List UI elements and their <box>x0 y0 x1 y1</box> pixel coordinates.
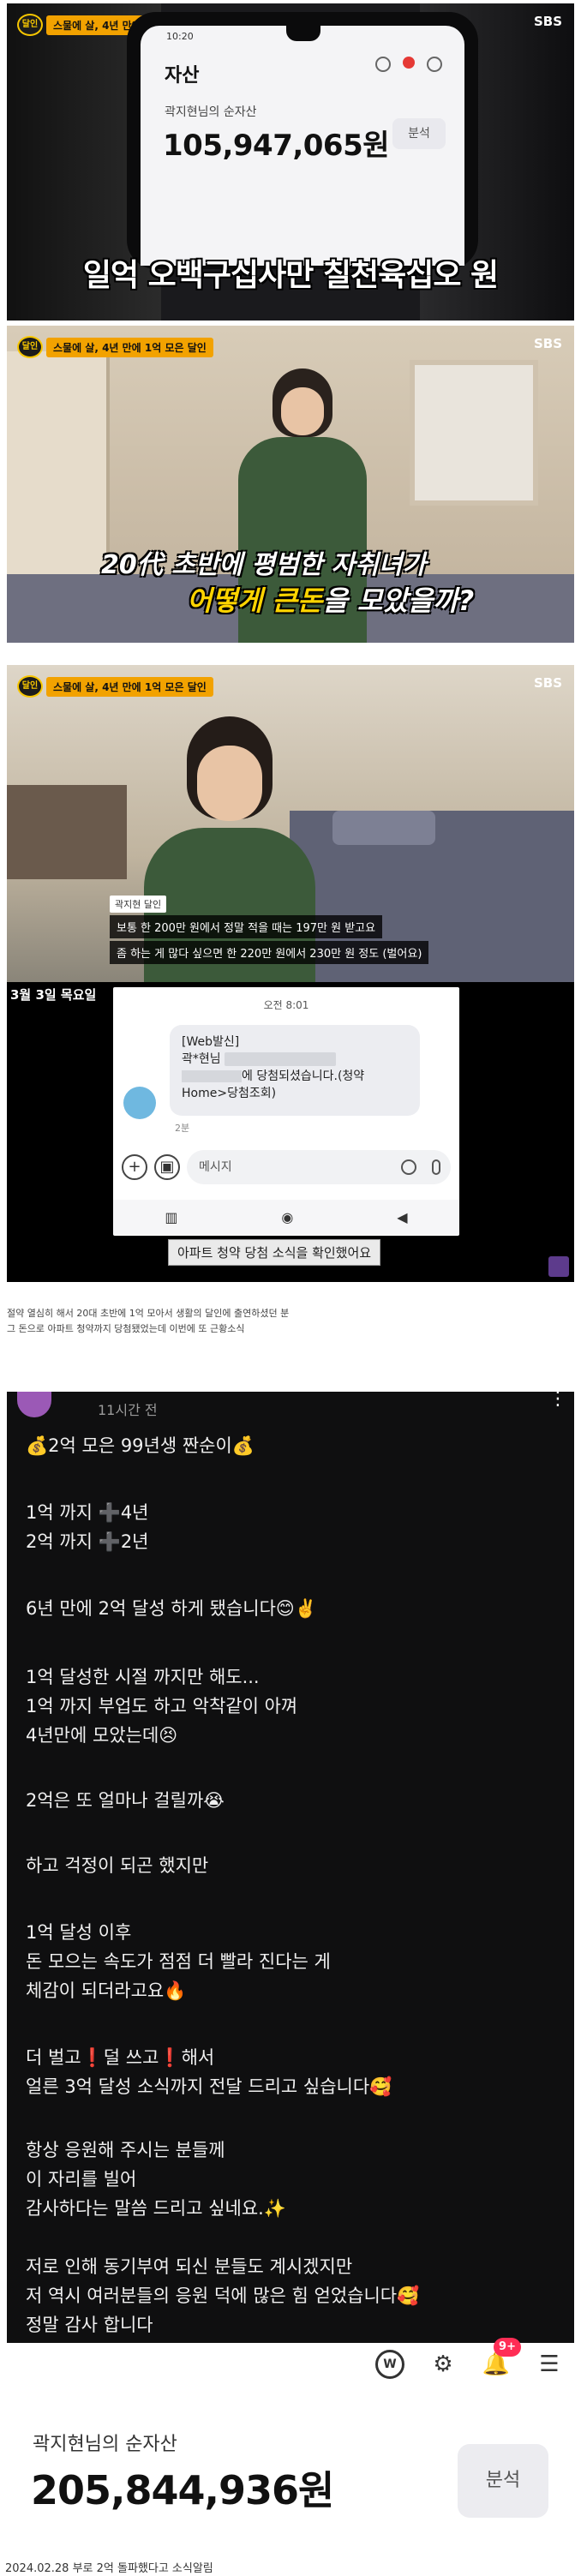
message-ago: 2분 <box>175 1123 190 1134</box>
notification-icon[interactable] <box>403 57 415 69</box>
message-input-bar: + ▣ 메시지 <box>122 1148 451 1186</box>
net-asset-amount: 205,844,936원 <box>31 2467 334 2513</box>
owner-label: 곽지현님의 순자산 <box>165 105 257 119</box>
post-paragraph: 하고 걱정이 되곤 했지만 <box>26 1855 209 1876</box>
gear-icon[interactable] <box>375 57 391 72</box>
show-tag: 달인 스물에 살, 4년 만에 1억 모은 달인 <box>17 675 213 698</box>
app-toolbar: W ⚙ 🔔 9+ ☰ <box>375 2338 564 2379</box>
video-frame-4: 3월 3일 목요일 오전 8:01 [Web발신] 곽*현님 에 당첨되셨습니다… <box>7 982 574 1282</box>
plus-icon[interactable]: + <box>122 1154 147 1180</box>
analysis-button[interactable]: 분석 <box>392 118 446 149</box>
status-time: 10:20 <box>166 31 194 42</box>
menu-icon[interactable]: ☰ <box>535 2350 564 2379</box>
footer-note: 2024.02.28 부로 2억 돌파했다고 소식알림 <box>5 2562 213 2575</box>
mic-icon[interactable] <box>432 1159 440 1175</box>
gear-icon[interactable]: ⚙ <box>428 2350 458 2379</box>
analysis-button[interactable]: 분석 <box>458 2444 548 2518</box>
back-icon[interactable]: ◀ <box>397 1209 407 1225</box>
asset-title: 자산 <box>165 65 200 87</box>
post-title: 💰2억 모은 99년생 짠순이💰 <box>26 1435 255 1456</box>
video-frame-3: 달인 스물에 살, 4년 만에 1억 모은 달인 SBS 곽지현 달인 보통 한… <box>7 665 574 982</box>
caption-line-1: 20代 초반에 평범한 자취녀가 <box>101 550 427 580</box>
date-label: 3월 3일 목요일 <box>10 987 97 1003</box>
sbs-logo: SBS <box>533 14 562 29</box>
video-frame-1: 달인 스물에 살, 4년 만에 1억 모은 달인 SBS 10:20 자산 곽지… <box>7 3 574 321</box>
sbs-logo: SBS <box>533 675 562 691</box>
sender-avatar <box>123 1087 156 1119</box>
more-icon[interactable]: ⋮ <box>548 1392 567 1409</box>
post-paragraph: 2억은 또 얼마나 걸릴까😭 <box>26 1790 225 1811</box>
subtitle: 곽지현 달인 보통 한 200만 원에서 정말 적을 때는 197만 원 받고요… <box>110 895 478 964</box>
caption: 아파트 청약 당첨 소식을 확인했어요 <box>168 1239 381 1266</box>
post-paragraph: 더 벌고❗️덜 쓰고❗️해서 얼른 3억 달성 소식까지 전달 드리고 싶습니다… <box>26 2047 392 2097</box>
watermark <box>548 1256 569 1277</box>
owner-label: 곽지현님의 순자산 <box>33 2434 177 2455</box>
post-paragraph: 6년 만에 2억 달성 하게 됐습니다😊✌️ <box>26 1598 317 1619</box>
sbs-logo: SBS <box>533 336 562 351</box>
bell-icon[interactable]: 🔔 9+ <box>482 2338 521 2379</box>
show-logo: 달인 <box>17 336 43 358</box>
post-paragraph: 저로 인해 동기부여 되신 분들도 계시겠지만 저 역시 여러분들의 응원 덕에… <box>26 2256 420 2335</box>
show-logo: 달인 <box>17 14 43 36</box>
post-paragraph: 1억 까지 ➕4년 2억 까지 ➕2년 <box>26 1502 149 1552</box>
video-frame-2: 달인 스물에 살, 4년 만에 1억 모은 달인 SBS 20代 초반에 평범한… <box>7 326 574 643</box>
sms-screen: 오전 8:01 [Web발신] 곽*현님 에 당첨되셨습니다.(청약 Home>… <box>113 987 459 1236</box>
show-tag: 달인 스물에 살, 4년 만에 1억 모은 달인 <box>17 336 213 358</box>
menu-icon[interactable] <box>427 57 442 72</box>
caption-line-2: 어떻게 큰돈을 모았을까? <box>187 584 475 617</box>
wallet-icon[interactable]: W <box>375 2350 404 2379</box>
recent-apps-icon[interactable]: ▥ <box>165 1209 177 1225</box>
notification-badge: 9+ <box>494 2338 521 2357</box>
message-bubble: [Web발신] 곽*현님 에 당첨되셨습니다.(청약 Home>당첨조회) <box>170 1025 420 1116</box>
emoji-icon[interactable] <box>401 1159 416 1175</box>
phone: 10:20 자산 곽지현님의 순자산 105,947,065원 분석 <box>127 12 478 269</box>
message-input[interactable]: 메시지 <box>187 1150 451 1184</box>
phone-toolbar <box>375 57 442 72</box>
show-logo: 달인 <box>17 675 43 698</box>
window <box>410 360 538 506</box>
net-asset-amount: 105,947,065원 <box>163 129 390 163</box>
android-nav-bar: ▥ ◉ ◀ <box>113 1200 459 1234</box>
name-tag: 곽지현 달인 <box>110 896 167 913</box>
gallery-icon[interactable]: ▣ <box>154 1154 180 1180</box>
phone-screen: 10:20 자산 곽지현님의 순자산 105,947,065원 분석 <box>141 26 464 266</box>
post-paragraph: 항상 응원해 주시는 분들께 이 자리를 빌어 감사하다는 말씀 드리고 싶네요… <box>26 2140 287 2219</box>
wardrobe <box>7 351 110 608</box>
post-paragraph: 1억 달성 이후 돈 모으는 속도가 점점 더 빨라 진다는 게 체감이 되더라… <box>26 1922 331 2001</box>
subtitle-line-2: 좀 하는 게 많다 싶으면 한 220만 원에서 230만 원 정도 (벌어요) <box>110 941 429 964</box>
post-time: 11시간 전 <box>98 1402 158 1418</box>
home-icon[interactable]: ◉ <box>281 1209 293 1225</box>
post-paragraph: 1억 달성한 시절 까지만 해도... 1억 까지 부업도 하고 악착같이 아껴… <box>26 1667 298 1746</box>
caption: 일억 오백구십사만 칠천육십오 원 <box>82 258 499 293</box>
avatar[interactable] <box>17 1392 51 1417</box>
message-time: 오전 8:01 <box>263 999 309 1011</box>
post-description: 절약 열심히 해서 20대 초반에 1억 모아서 생활의 달인에 출연하셨던 분… <box>7 1308 290 1334</box>
social-post: 11시간 전 ⋮ 💰2억 모은 99년생 짠순이💰 1억 까지 ➕4년 2억 까… <box>7 1392 574 2343</box>
subtitle-line-1: 보통 한 200만 원에서 정말 적을 때는 197만 원 받고요 <box>110 915 383 938</box>
